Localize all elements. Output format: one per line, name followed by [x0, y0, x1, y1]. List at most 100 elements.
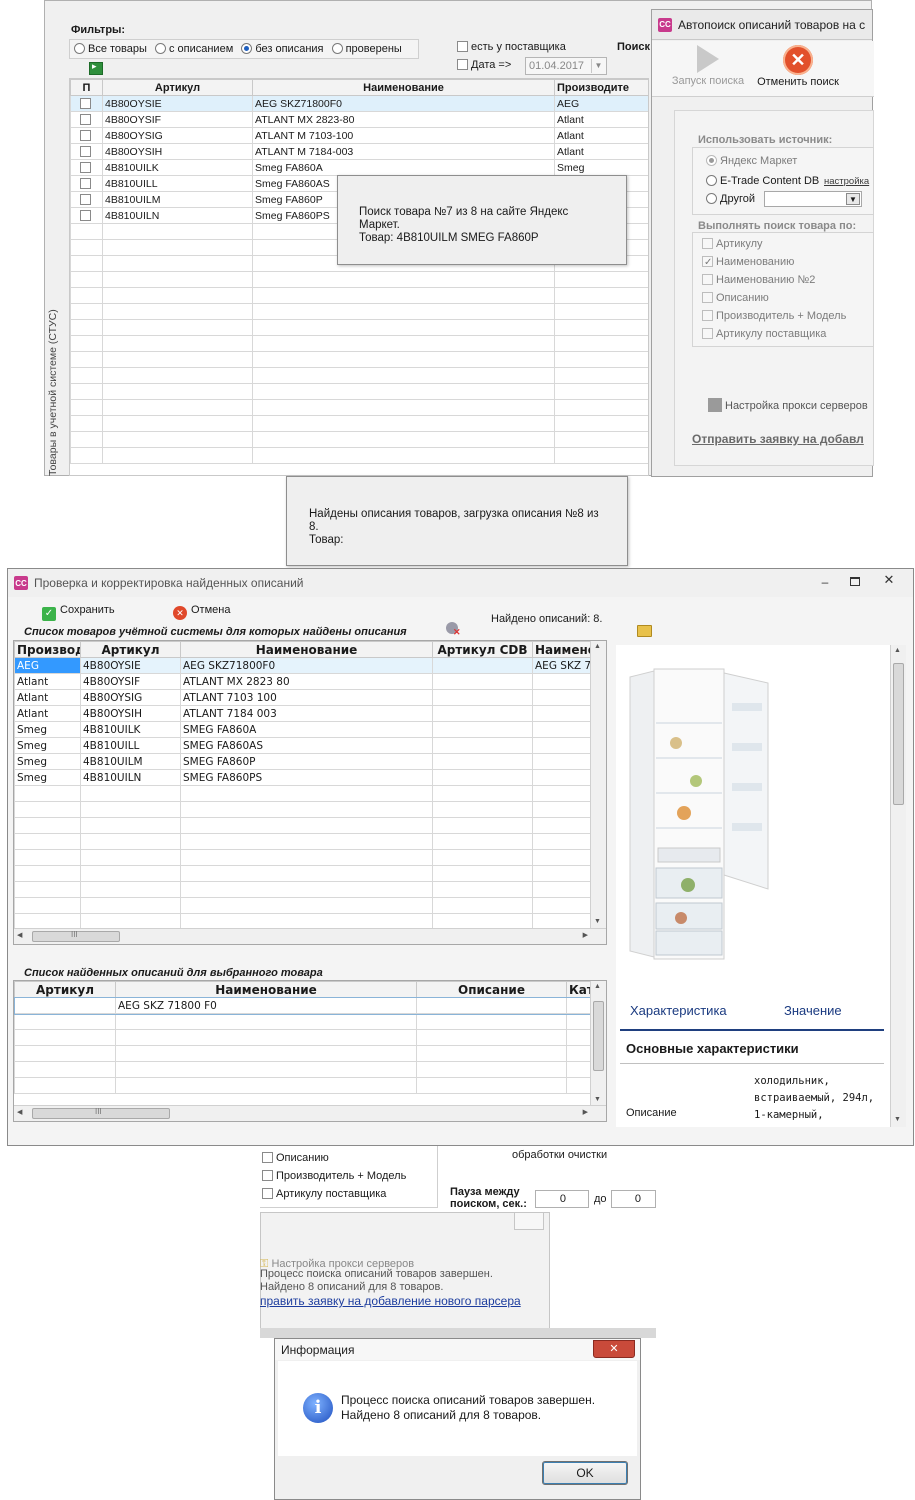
minimize-button[interactable]: –	[818, 575, 832, 589]
table-row[interactable]: 4B80OYSIG ATLANT M 7103-100 Atlant	[70, 127, 648, 144]
table-row[interactable]: 4B810UILK Smeg FA860A Smeg	[70, 159, 648, 176]
col-p[interactable]: П	[70, 79, 103, 96]
col-category[interactable]: Кат	[566, 981, 593, 998]
save-button[interactable]: ✓ Сохранить	[42, 604, 115, 621]
cell-category	[566, 997, 593, 1014]
table-row[interactable]: 4B80OYSIE AEG SKZ71800F0 AEG	[70, 95, 648, 112]
cell-article: 4B810UILL	[102, 175, 253, 192]
list1-hscroll[interactable]: ◀ III ▶	[14, 928, 606, 944]
col-article-cdb[interactable]: Артикул CDB	[432, 641, 533, 658]
table-row[interactable]: 4B80OYSIF ATLANT MX 2823-80 Atlant	[70, 111, 648, 128]
search-by-option[interactable]: Артикулу поставщика	[702, 325, 872, 343]
cell-article: 4B80OYSIE	[80, 657, 181, 674]
cell-maker: Atlant	[14, 673, 81, 690]
col-maker[interactable]: Производите	[554, 79, 648, 96]
search-by-option[interactable]: Артикулу	[702, 235, 872, 253]
col-article[interactable]: Артикул	[102, 79, 253, 96]
col-name[interactable]: Наименование	[180, 641, 433, 658]
filter-with-desc[interactable]: с описанием	[154, 43, 233, 55]
radio-icon	[331, 43, 343, 54]
info-message: Процесс поиска описаний товаров завершен…	[341, 1393, 596, 1422]
has-supplier-check[interactable]: есть у поставщика	[457, 41, 566, 53]
other-source-select[interactable]: ▼	[764, 191, 862, 207]
row-checkbox[interactable]	[70, 143, 103, 160]
request-parser-link[interactable]: Отправить заявку на добавл	[692, 432, 864, 446]
settings-link[interactable]: настройка	[824, 176, 869, 187]
found-descriptions-table-wrap: Артикул Наименование Описание Кат AEG SK…	[13, 980, 607, 1122]
table-row[interactable]: Smeg 4B810UILM SMEG FA860P	[14, 753, 593, 770]
search-by-option[interactable]: Производитель + Модель	[702, 307, 872, 325]
cancel-search-button[interactable]: ✕ Отменить поиск	[752, 43, 844, 88]
char-header[interactable]: Характеристика	[630, 1003, 727, 1018]
product-vscroll[interactable]: ▲ ▼	[890, 645, 906, 1127]
source-yandex[interactable]: Яндекс Маркет	[706, 155, 797, 167]
col-article[interactable]: Артикул	[14, 981, 116, 998]
col-maker[interactable]: Производи	[14, 641, 81, 658]
value-header[interactable]: Значение	[784, 1003, 842, 1018]
filter-without-desc[interactable]: без описания	[241, 43, 324, 55]
checkbox-icon	[702, 254, 713, 272]
start-search-button[interactable]: Запуск поиска	[668, 43, 748, 87]
maximize-button[interactable]	[850, 577, 860, 586]
col-name[interactable]: Наименование	[252, 79, 555, 96]
play-icon	[697, 45, 719, 73]
table-row[interactable]: AEG SKZ 71800 F0	[14, 996, 594, 1015]
empty-row	[14, 833, 593, 850]
review-titlebar[interactable]: CC Проверка и корректировка найденных оп…	[8, 569, 913, 597]
info-close-button[interactable]: ✕	[593, 1340, 635, 1358]
table-row[interactable]: Smeg 4B810UILK SMEG FA860A	[14, 721, 593, 738]
row-checkbox[interactable]	[70, 111, 103, 128]
col-name[interactable]: Наименование	[115, 981, 417, 998]
search-by-option[interactable]: Описанию	[702, 289, 872, 307]
row-checkbox[interactable]	[70, 127, 103, 144]
search-by-option[interactable]: Наименованию №2	[702, 271, 872, 289]
list2-hscroll[interactable]: ◀ III ▶	[14, 1105, 606, 1121]
cell-maker: Smeg	[14, 721, 81, 738]
checkbox-icon	[457, 41, 468, 52]
list1-hscroll-thumb[interactable]: III	[32, 930, 120, 942]
open-folder-icon[interactable]	[637, 625, 652, 637]
filter-checked[interactable]: проверены	[331, 43, 402, 55]
table-row[interactable]: Atlant 4B80OYSIG ATLANT 7103 100	[14, 689, 593, 706]
source-etrade[interactable]: E-Trade Content DB	[706, 175, 819, 187]
info-titlebar[interactable]: Информация	[275, 1339, 640, 1360]
delete-icon[interactable]: ✕	[446, 622, 461, 637]
col-name2[interactable]: Наимено	[532, 641, 593, 658]
table-row[interactable]: Smeg 4B810UILL SMEG FA860AS	[14, 737, 593, 754]
proxy-settings[interactable]: Настройка прокси серверов	[708, 398, 868, 412]
list1-vscroll[interactable]: ▲ ▼	[590, 641, 606, 929]
bg-option-desc[interactable]: Описанию	[262, 1152, 329, 1164]
checkbox-icon	[702, 292, 713, 303]
table-row[interactable]: 4B80OYSIH ATLANT M 7184-003 Atlant	[70, 143, 648, 160]
table-row[interactable]: Atlant 4B80OYSIH ATLANT 7184 003	[14, 705, 593, 722]
close-button[interactable]: ✕	[882, 572, 896, 587]
bg-option-supplier-article[interactable]: Артикулу поставщика	[262, 1188, 386, 1200]
table-row[interactable]: Atlant 4B80OYSIF ATLANT MX 2823 80	[14, 673, 593, 690]
date-check[interactable]: Дата =>	[457, 59, 511, 71]
bg-option-maker-model[interactable]: Производитель + Модель	[262, 1170, 406, 1182]
col-article[interactable]: Артикул	[80, 641, 181, 658]
list2-vscroll[interactable]: ▲ ▼	[590, 981, 606, 1107]
source-other[interactable]: Другой	[706, 193, 755, 205]
row-checkbox[interactable]	[70, 175, 103, 192]
table-row[interactable]: AEG 4B80OYSIE AEG SKZ71800F0 AEG SKZ 7:	[14, 657, 593, 674]
row-checkbox[interactable]	[70, 95, 103, 112]
search-by-option[interactable]: Наименованию	[702, 253, 872, 272]
col-description[interactable]: Описание	[416, 981, 567, 998]
export-excel-icon[interactable]: ▸	[89, 61, 103, 75]
row-checkbox[interactable]	[70, 159, 103, 176]
empty-row	[14, 801, 593, 818]
row-checkbox[interactable]	[70, 191, 103, 208]
table-row[interactable]: Smeg 4B810UILN SMEG FA860PS	[14, 769, 593, 786]
row-checkbox[interactable]	[70, 207, 103, 224]
autosearch-titlebar[interactable]: CC Автопоиск описаний товаров на с	[652, 10, 872, 40]
pause-to-input[interactable]: 0	[611, 1190, 656, 1208]
cancel-button[interactable]: ✕ Отмена	[173, 604, 230, 620]
cell-name2: AEG SKZ 7:	[532, 657, 593, 674]
date-picker[interactable]: 01.04.2017 ▼	[525, 57, 607, 75]
pause-from-input[interactable]: 0	[535, 1190, 589, 1208]
list2-hscroll-thumb[interactable]: III	[32, 1107, 170, 1119]
filter-all[interactable]: Все товары	[74, 43, 147, 55]
cell-maker: Atlant	[14, 705, 81, 722]
ok-button[interactable]: OK	[542, 1461, 628, 1485]
